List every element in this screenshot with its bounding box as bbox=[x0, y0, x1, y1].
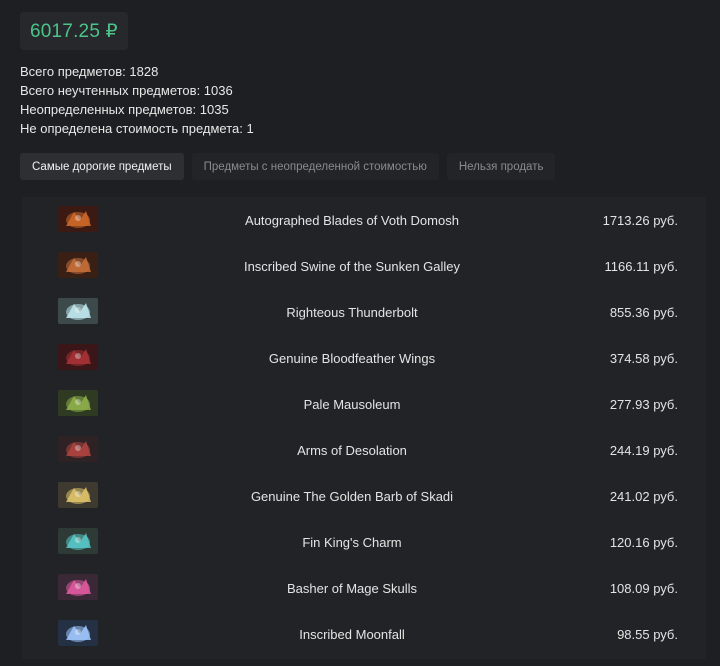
voth-domosh-blades-icon bbox=[58, 206, 98, 232]
tab-undefined-price[interactable]: Предметы с неопределенной стоимостью bbox=[191, 153, 439, 180]
total-value: 6017.25 ₽ bbox=[30, 20, 118, 42]
item-price: 374.58 руб. bbox=[609, 350, 678, 366]
item-price: 855.36 руб. bbox=[609, 304, 678, 320]
item-price: 98.55 руб. bbox=[617, 626, 678, 642]
stats-block: Всего предметов: 1828 Всего неучтенных п… bbox=[20, 62, 254, 138]
stat-undefined-items: Неопределенных предметов: 1035 bbox=[20, 102, 229, 117]
golden-barb-skadi-icon bbox=[58, 482, 98, 508]
moonfall-icon bbox=[58, 620, 98, 646]
items-table: Autographed Blades of Voth Domosh 1713.26… bbox=[22, 197, 706, 659]
table-row[interactable]: Autographed Blades of Voth Domosh 1713.26… bbox=[22, 197, 706, 243]
table-row[interactable]: Genuine The Golden Barb of Skadi 241.02 р… bbox=[22, 473, 706, 519]
table-row[interactable]: Arms of Desolation 244.19 руб. bbox=[22, 427, 706, 473]
arms-of-desolation-icon bbox=[58, 436, 98, 462]
tabs-bar: Самые дорогие предметы Предметы с неопре… bbox=[20, 153, 556, 180]
total-value-badge: 6017.25 ₽ bbox=[20, 12, 128, 50]
item-price: 244.19 руб. bbox=[609, 442, 678, 458]
table-row[interactable]: Basher of Mage Skulls 108.09 руб. bbox=[22, 565, 706, 611]
item-name: Inscribed Swine of the Sunken Galley bbox=[243, 258, 461, 274]
stat-total-items: Всего предметов: 1828 bbox=[20, 64, 159, 79]
fin-kings-charm-icon bbox=[58, 528, 98, 554]
item-price: 1166.11 руб. bbox=[604, 258, 678, 274]
table-row[interactable]: Righteous Thunderbolt 855.36 руб. bbox=[22, 289, 706, 335]
basher-mage-skulls-icon bbox=[58, 574, 98, 600]
thunderbolt-icon bbox=[58, 298, 98, 324]
table-row[interactable]: Pale Mausoleum 277.93 руб. bbox=[22, 381, 706, 427]
item-price: 120.16 руб. bbox=[609, 534, 678, 550]
inventory-panel: 6017.25 ₽ Всего предметов: 1828 Всего не… bbox=[0, 0, 720, 666]
item-name: Autographed Blades of Voth Domosh bbox=[245, 212, 459, 228]
item-price: 1713.26 руб. bbox=[602, 212, 678, 228]
table-row[interactable]: Inscribed Moonfall 98.55 руб. bbox=[22, 611, 706, 657]
table-row[interactable]: Fin King's Charm 120.16 руб. bbox=[22, 519, 706, 565]
item-price: 277.93 руб. bbox=[609, 396, 678, 412]
bloodfeather-wings-icon bbox=[58, 344, 98, 370]
tab-cannot-sell[interactable]: Нельзя продать bbox=[446, 153, 556, 180]
pale-mausoleum-icon bbox=[58, 390, 98, 416]
item-name: Pale Mausoleum bbox=[303, 396, 401, 412]
item-name: Arms of Desolation bbox=[297, 442, 407, 458]
tab-most-expensive[interactable]: Самые дорогие предметы bbox=[20, 153, 184, 180]
item-name: Genuine The Golden Barb of Skadi bbox=[250, 488, 454, 504]
table-row[interactable]: Inscribed Swine of the Sunken Galley 1166… bbox=[22, 243, 706, 289]
stat-unaccounted-items: Всего неучтенных предметов: 1036 bbox=[20, 83, 233, 98]
item-name: Fin King's Charm bbox=[302, 534, 402, 550]
stat-undefined-price: Не определена стоимость предмета: 1 bbox=[20, 121, 254, 136]
table-row[interactable]: Genuine Bloodfeather Wings 374.58 руб. bbox=[22, 335, 706, 381]
item-name: Righteous Thunderbolt bbox=[286, 304, 418, 320]
item-price: 241.02 руб. bbox=[609, 488, 678, 504]
swine-sunken-galley-icon bbox=[58, 252, 98, 278]
item-name: Basher of Mage Skulls bbox=[286, 580, 418, 596]
item-price: 108.09 руб. bbox=[609, 580, 678, 596]
item-name: Inscribed Moonfall bbox=[299, 626, 405, 642]
item-name: Genuine Bloodfeather Wings bbox=[268, 350, 436, 366]
